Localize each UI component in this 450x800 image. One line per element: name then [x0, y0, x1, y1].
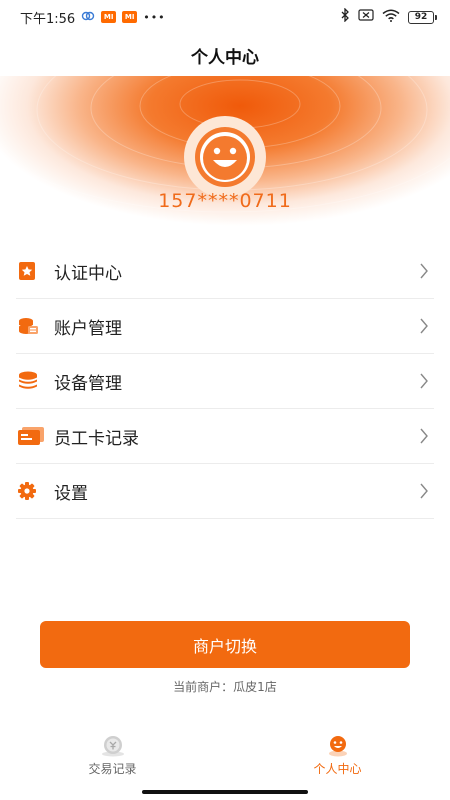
- chevron-right-icon: [414, 316, 434, 336]
- tab-label: 个人中心: [313, 762, 362, 776]
- user-phone: 157****0711: [158, 190, 292, 212]
- gear-icon: [16, 464, 54, 519]
- current-merchant-text: 当前商户：瓜皮1店: [173, 680, 277, 694]
- chevron-right-icon: [414, 426, 434, 446]
- status-right: 92: [340, 7, 437, 26]
- employee-card-icon: [16, 409, 54, 464]
- smiley-avatar-icon: [195, 127, 255, 187]
- menu-item-label: 设置: [54, 483, 88, 504]
- wifi-icon: [382, 9, 400, 26]
- status-left: 下午1:56 MI MI •••: [20, 8, 166, 27]
- page-header: 个人中心: [0, 34, 450, 76]
- chevron-right-icon: [414, 371, 434, 391]
- profile-banner: 157****0711: [0, 76, 450, 244]
- device-stack-icon: [16, 354, 54, 409]
- battery-icon: 92: [408, 10, 437, 24]
- menu-item-employee-card-records[interactable]: 员工卡记录: [16, 409, 434, 464]
- tab-personal-center[interactable]: 个人中心: [225, 735, 450, 785]
- more-notifications-icon: •••: [143, 10, 166, 24]
- no-sim-icon: [358, 9, 374, 25]
- menu-item-account-management[interactable]: 账户管理: [16, 299, 434, 354]
- chevron-right-icon: [414, 481, 434, 501]
- home-indicator: [142, 790, 308, 794]
- switch-merchant-button[interactable]: 商户切换: [40, 621, 410, 668]
- transaction-records-icon: [101, 736, 124, 757]
- menu-item-certification[interactable]: 认证中心: [16, 244, 434, 299]
- status-bar: 下午1:56 MI MI ••• 92: [0, 0, 450, 34]
- personal-center-icon: [328, 736, 347, 757]
- menu-item-label: 账户管理: [54, 318, 122, 339]
- status-time: 下午1:56: [20, 11, 76, 27]
- bluetooth-icon: [340, 7, 350, 26]
- menu-list: 认证中心 账户管理 设备管理 员工卡记录 设置: [16, 244, 434, 519]
- menu-item-label: 设备管理: [54, 373, 122, 394]
- menu-item-label: 员工卡记录: [54, 428, 139, 449]
- cloud-icon: [81, 9, 95, 25]
- chevron-right-icon: [414, 261, 434, 281]
- avatar[interactable]: [184, 116, 266, 198]
- account-coins-icon: [16, 299, 54, 354]
- menu-item-settings[interactable]: 设置: [16, 464, 434, 519]
- tab-transaction-records[interactable]: 交易记录: [0, 735, 225, 785]
- certification-star-icon: [16, 244, 54, 299]
- mi-app-icon: MI: [101, 11, 117, 23]
- mi-app-icon-2: MI: [122, 11, 138, 23]
- tab-label: 交易记录: [88, 762, 137, 776]
- menu-item-label: 认证中心: [54, 263, 122, 284]
- menu-item-device-management[interactable]: 设备管理: [16, 354, 434, 409]
- page-title: 个人中心: [191, 47, 259, 68]
- bottom-nav: 交易记录 个人中心: [0, 735, 450, 785]
